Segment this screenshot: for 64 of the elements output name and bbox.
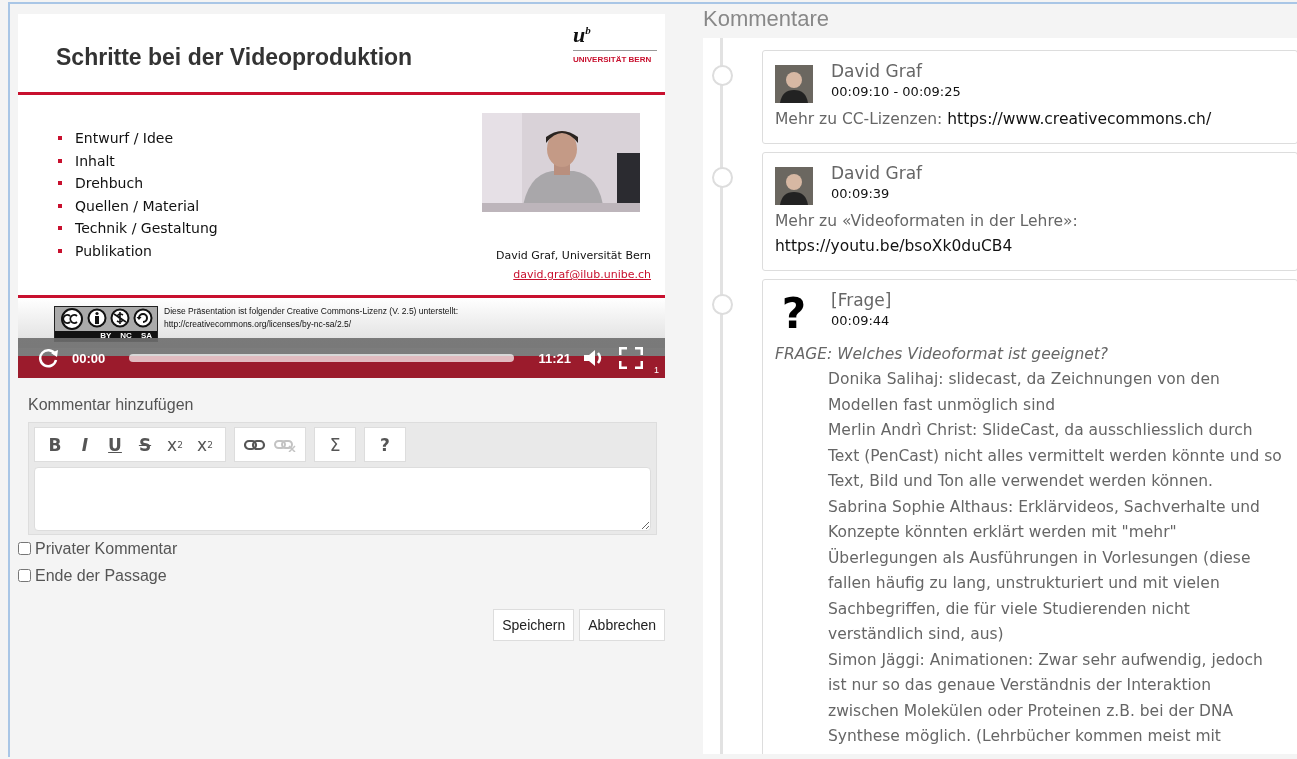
comment-text: Mehr zu «Videoformaten in der Lehre»: https://youtu.be/bsoXk0duCB4 <box>775 210 1079 257</box>
save-button[interactable]: Speichern <box>493 609 575 641</box>
slide-author: David Graf, Universität Bern <box>495 249 651 262</box>
bullet-icon <box>58 158 62 163</box>
comment-author: David Graf <box>831 162 923 183</box>
person-icon <box>86 308 107 328</box>
format-button[interactable]: S <box>131 430 159 459</box>
comment-time[interactable]: 00:09:10 - 00:09:25 <box>831 81 961 103</box>
format-button[interactable]: x$^{2}$ <box>191 430 219 459</box>
page-number: 1 <box>654 365 659 375</box>
format-button[interactable]: B <box>41 430 69 459</box>
bullet-text: Entwurf / Idee <box>75 130 174 147</box>
email-link[interactable]: david.graf@ilub.unibe.ch <box>513 268 651 281</box>
form-title: Kommentar hinzufügen <box>28 396 195 414</box>
question-text: FRAGE: Welches Videoformat ist geeignet? <box>775 343 1110 365</box>
avatar <box>775 166 813 205</box>
bullet-text: Quellen / Material <box>75 197 200 214</box>
bullet-text: Inhalt <box>75 152 115 169</box>
comment-link[interactable]: https://youtu.be/bsoXk0duCB4 <box>775 237 1013 255</box>
bullet-icon <box>58 226 62 231</box>
question-icon: ? <box>775 289 813 338</box>
comment-text: Mehr zu CC-Lizenzen: https://www.creativecommons.ch/ <box>775 109 1213 130</box>
comment-input[interactable] <box>34 467 651 531</box>
checkbox[interactable] <box>18 542 31 555</box>
duration: 11:21 <box>538 350 571 366</box>
answer-text: Sabrina Sophie Althaus: Erklärvideos, Sachverhalte und Konzepte könnten erklärt werden mit "mehr" Überlegungen als Ausführungen in Vorlesungen (diese fallen häufig zu lang, unstrukturiert und mit vielen Sachbegriffen, die für viele Studierenden nicht verständlich sind, aus) <box>827 496 1261 645</box>
university-name: UNIVERSITÄT BERN <box>573 50 657 64</box>
replay-icon <box>38 348 60 368</box>
bullet-text: Publikation <box>75 242 152 259</box>
badge-label: BY <box>100 331 112 341</box>
answer-text: Merlin Andrì Christ: SlideCast, da ausschliesslich durch Text (PenCast) nicht alles vermittelt werden könnte und so Text, Bild und Ton alle verwendet werden können. <box>827 420 1283 492</box>
checkbox[interactable] <box>18 569 31 582</box>
slide-title: Schritte bei der Videoproduktion <box>56 44 413 72</box>
comment-time[interactable]: 00:09:44 <box>831 309 892 332</box>
comment-author: [Frage] <box>831 289 892 310</box>
checkbox-label: Ende der Passage <box>35 566 167 585</box>
bullet-text: Technik / Gestaltung <box>75 220 218 237</box>
checkbox-label: Privater Kommentar <box>35 539 178 558</box>
badge-label: SA <box>140 331 152 341</box>
no-dollar-icon <box>109 308 130 328</box>
license-url: http://creativecommons.org/licenses/by-nc-sa/2.5/ <box>164 319 353 329</box>
fullscreen-icon <box>619 347 643 369</box>
comment-time[interactable]: 00:09:39 <box>831 182 923 205</box>
bullet-icon <box>58 203 62 208</box>
format-button[interactable]: U <box>101 430 129 459</box>
answer-text: Simon Jäggi: Animationen: Zwar sehr aufwendig, jedoch ist nur so das genaue Verständnis der Interaktion zwischen Molekülen oder Proteinen z.B. bei der DNA Synthese möglich. (Lehrbücher kommen meist mit <box>827 649 1264 747</box>
bullet-icon <box>58 248 62 253</box>
cancel-button[interactable]: Abbrechen <box>579 609 665 641</box>
comment-author: David Graf <box>831 61 924 81</box>
answer-text: Donika Salihaj: slidecast, da Zeichnungen von den Modellen fast unmöglich sind <box>827 369 1221 416</box>
section-title: Kommentare <box>703 5 830 33</box>
university-logo: u$^{b}$ <box>573 22 592 48</box>
format-button[interactable]: I <box>71 430 99 459</box>
bullet-text: Drehbuch <box>75 175 144 192</box>
format-button[interactable]: ? <box>371 430 399 459</box>
avatar <box>775 65 813 103</box>
comment-link[interactable]: https://www.creativecommons.ch/ <box>947 110 1212 128</box>
bullet-icon <box>58 136 62 141</box>
current-time: 00:00 <box>72 350 106 366</box>
format-button[interactable]: Σ <box>321 430 349 459</box>
bullet-icon <box>58 181 62 186</box>
share-alike-icon <box>132 308 153 328</box>
license-text: Diese Präsentation ist folgender Creative Commons-Lizenz (V. 2.5) unterstellt: <box>164 306 460 316</box>
badge-label: NC <box>120 331 132 341</box>
